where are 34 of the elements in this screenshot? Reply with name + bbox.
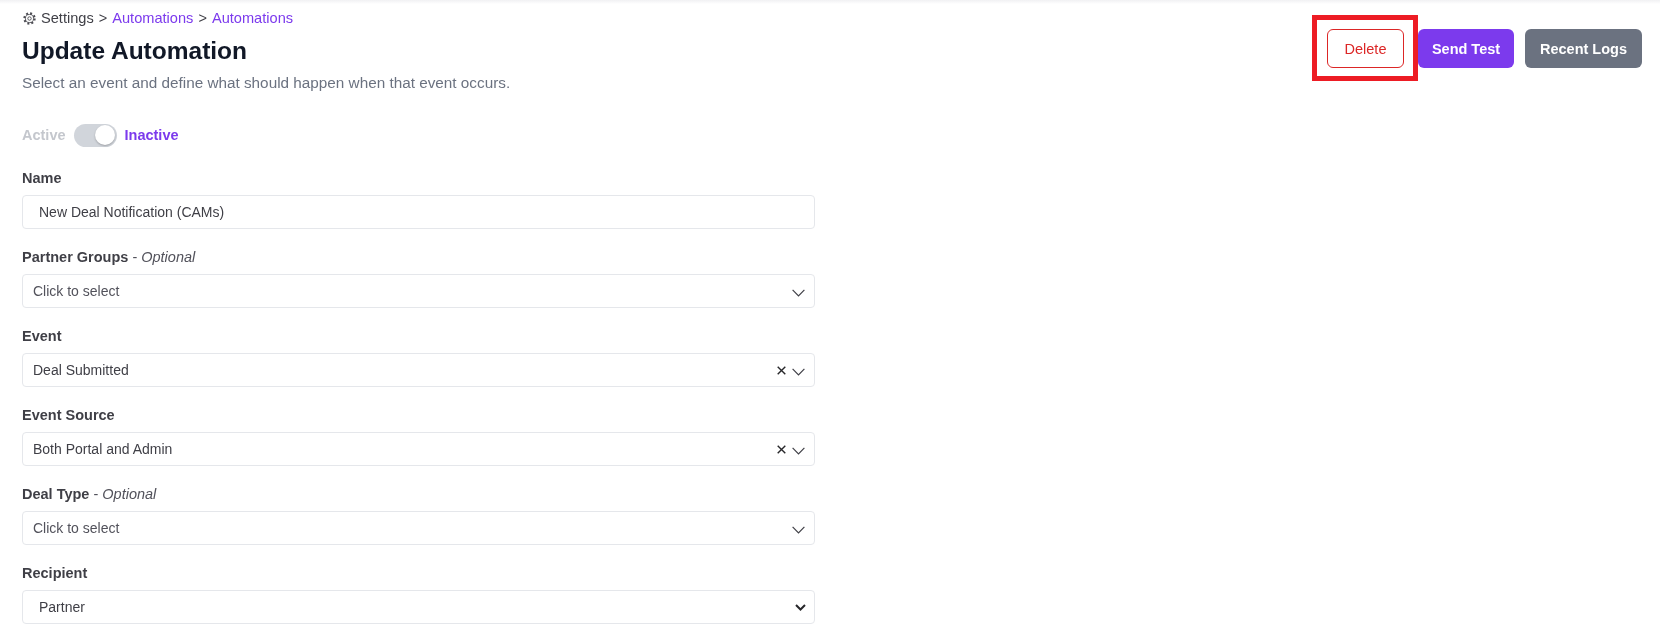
toggle-label: Inactive [124, 127, 179, 143]
field-label: Deal Type - Optional [22, 485, 158, 504]
toggle-knob[interactable] [95, 125, 116, 145]
chevron-down-icon[interactable] [795, 603, 806, 611]
chevron-down-icon[interactable] [792, 367, 805, 376]
name-input[interactable]: New Deal Notification (CAMs) [22, 195, 815, 229]
chevron-down-icon[interactable] [792, 288, 805, 297]
select-field[interactable]: Both Portal and Admin [22, 432, 815, 466]
select-field[interactable]: Deal Submitted [22, 353, 815, 387]
page-subtitle: Select an event and define what should happen when that event occurs. [22, 73, 511, 93]
delete-button[interactable]: Delete [1327, 29, 1404, 68]
breadcrumb-link[interactable]: Automations [211, 9, 294, 27]
chevron-down-icon[interactable] [792, 446, 805, 455]
select-field[interactable]: Click to select [22, 274, 815, 308]
chevron-down-icon[interactable] [792, 525, 805, 534]
field-label: Recipient [22, 564, 89, 583]
field-label: Event [22, 327, 63, 346]
select-field[interactable]: Partner [22, 590, 815, 624]
breadcrumb-item: Settings [41, 9, 94, 27]
field-label: Event Source [22, 406, 116, 425]
breadcrumb-separator: > [198, 9, 207, 27]
field-label: Partner Groups - Optional [22, 248, 197, 267]
send-test-button[interactable]: Send Test [1418, 29, 1514, 68]
select-field[interactable]: Click to select [22, 511, 815, 545]
clear-icon[interactable] [777, 365, 786, 375]
breadcrumb-link[interactable]: Automations [112, 9, 194, 27]
settings-icon [23, 11, 36, 25]
toggle-label: Active [22, 127, 66, 143]
breadcrumb-separator: > [98, 9, 108, 27]
clear-icon[interactable] [777, 444, 786, 454]
status-toggle[interactable] [73, 123, 117, 147]
field-label: Name [22, 169, 63, 188]
recent-logs-button[interactable]: Recent Logs [1525, 29, 1642, 68]
page-title: Update Automation [22, 37, 249, 65]
